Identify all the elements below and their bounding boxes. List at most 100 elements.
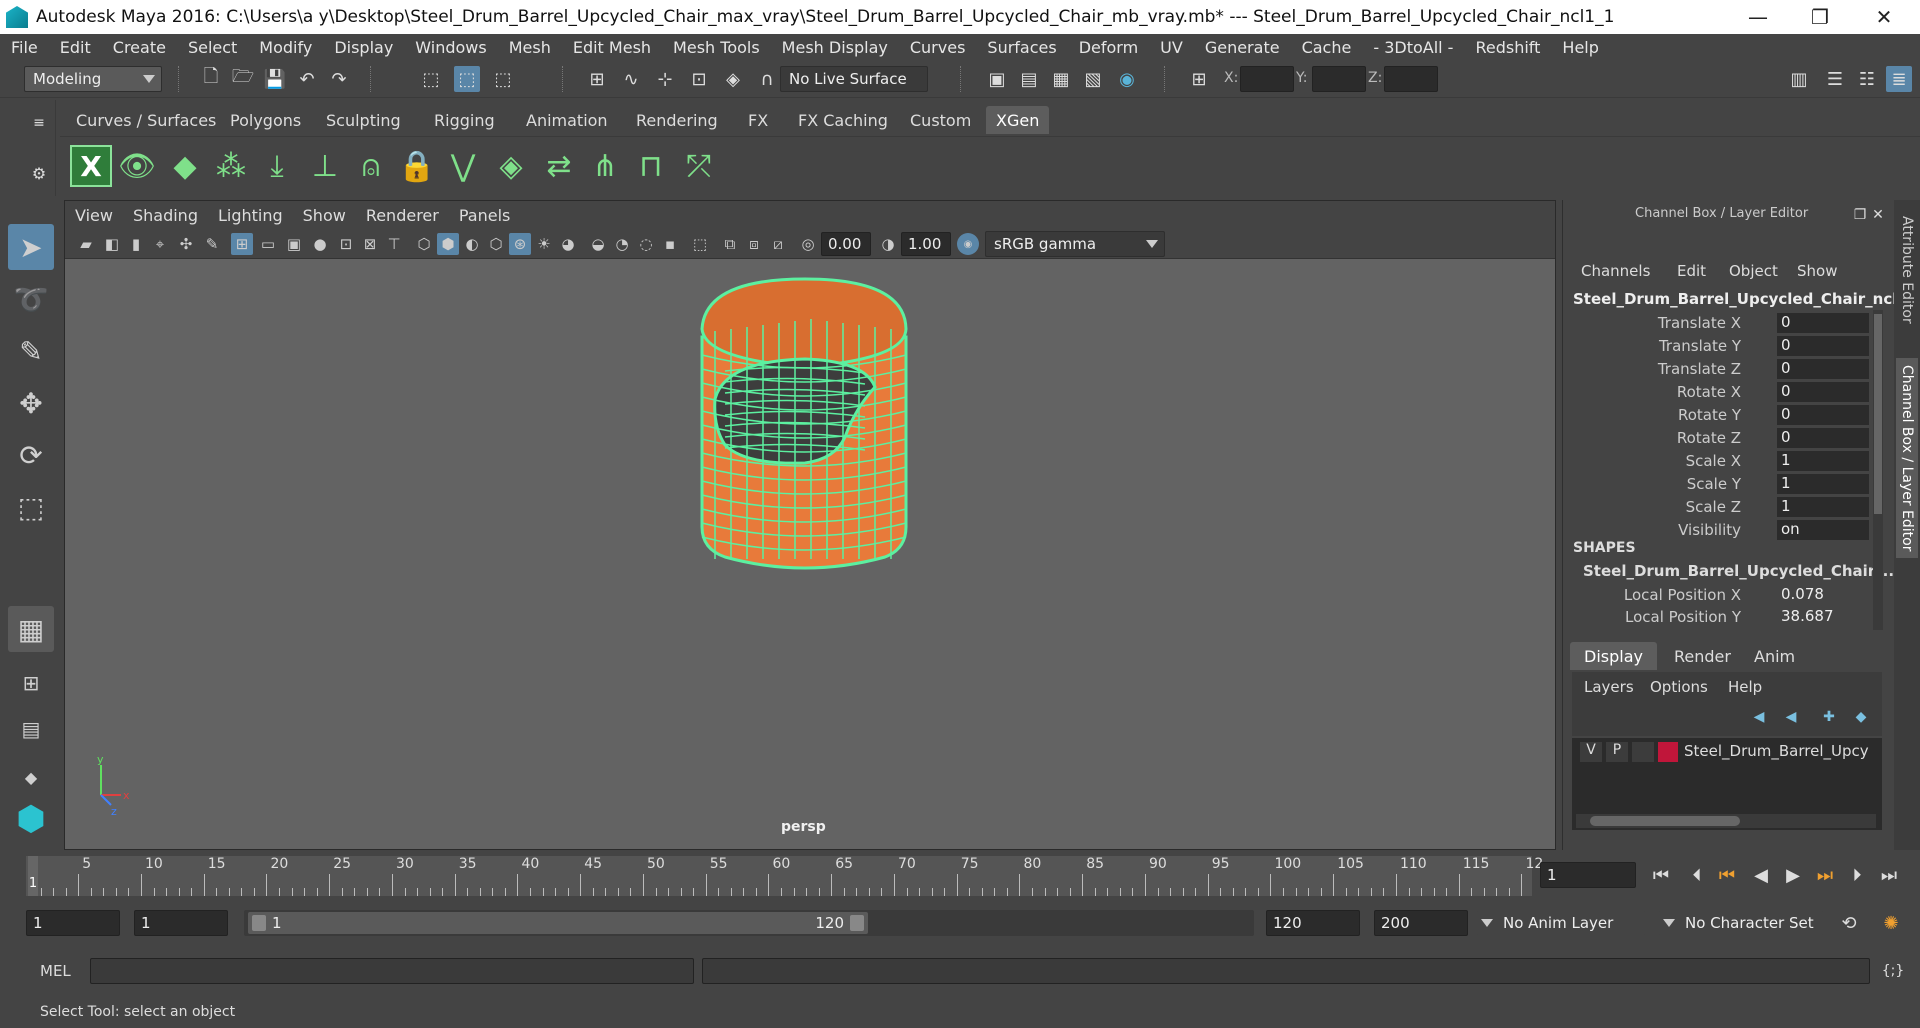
bookmark-icon[interactable]: ▮ <box>125 233 147 255</box>
panel-menu-lighting[interactable]: Lighting <box>208 206 293 225</box>
play-forwards-icon[interactable]: ▶ <box>1780 862 1806 888</box>
xgen-delete-guide-icon[interactable]: ⤱ <box>678 145 720 187</box>
animation-preferences-icon[interactable]: ⟲ <box>1836 910 1862 936</box>
script-editor-icon[interactable]: {;} <box>1880 958 1906 984</box>
playback-start-field[interactable]: 1 <box>134 910 228 936</box>
panel-menu-show[interactable]: Show <box>293 206 356 225</box>
outliner-layout-icon[interactable]: ▤ <box>8 706 54 752</box>
step-forward-icon[interactable]: ⏵ <box>1844 862 1870 888</box>
playback-end-field[interactable]: 120 <box>1266 910 1360 936</box>
start-time-field[interactable]: 1 <box>26 910 120 936</box>
xgen-clear-preview-icon[interactable]: ◆ <box>164 145 206 187</box>
panel-menu-view[interactable]: View <box>65 206 123 225</box>
resolution-gate-icon[interactable]: ▣ <box>283 233 305 255</box>
menu-generate[interactable]: Generate <box>1194 38 1291 57</box>
tab-custom[interactable]: Custom <box>900 106 981 134</box>
color-management-toggle-icon[interactable]: ◉ <box>957 233 979 255</box>
tab-xgen[interactable]: XGen <box>986 106 1050 134</box>
grease-pencil-icon[interactable]: ✎ <box>201 233 223 255</box>
new-scene-icon[interactable]: 🗋 <box>198 66 224 92</box>
render-view-icon[interactable]: ▣ <box>984 66 1010 92</box>
exposure-field[interactable]: 0.00 <box>821 232 871 256</box>
channel-box-side-tab[interactable]: Channel Box / Layer Editor <box>1896 358 1918 558</box>
panel-menu-shading[interactable]: Shading <box>123 206 208 225</box>
menu-windows[interactable]: Windows <box>404 38 497 57</box>
channel-scrollbar[interactable] <box>1873 310 1883 630</box>
move-tool-icon[interactable]: ✥ <box>8 380 54 426</box>
z-field[interactable] <box>1384 66 1438 92</box>
attr-visibility[interactable]: Visibility on <box>1563 519 1873 541</box>
open-scene-icon[interactable]: 🗁 <box>230 66 256 92</box>
undo-icon[interactable]: ↶ <box>294 66 320 92</box>
live-surface-field[interactable]: No Live Surface <box>780 66 928 92</box>
render-frame-icon[interactable]: ▤ <box>1016 66 1042 92</box>
snap-view-icon[interactable]: ⊡ <box>686 66 712 92</box>
xgen-rotate-guide-icon[interactable]: ⍝ <box>350 145 392 187</box>
layer-color-swatch[interactable] <box>1658 742 1678 762</box>
character-set-dropdown[interactable]: No Character Set <box>1658 910 1824 936</box>
command-input[interactable] <box>90 958 694 984</box>
backface-culling-icon[interactable]: ⧄ <box>767 233 789 255</box>
barrel-chair-model[interactable] <box>700 277 908 570</box>
menu-file[interactable]: File <box>0 38 49 57</box>
wireframe-icon[interactable]: ⬡ <box>413 233 435 255</box>
xray-active-icon[interactable]: ⧈ <box>743 233 765 255</box>
menu-surfaces[interactable]: Surfaces <box>976 38 1067 57</box>
select-object-icon[interactable]: ⬚ <box>454 66 480 92</box>
lasso-tool-icon[interactable]: ➰ <box>8 276 54 322</box>
menu-uv[interactable]: UV <box>1149 38 1194 57</box>
layer-visibility-toggle[interactable]: V <box>1580 742 1602 762</box>
film-gate-icon[interactable]: ▭ <box>257 233 279 255</box>
xgen-sculpt-icon[interactable]: ⋔ <box>584 145 626 187</box>
tab-animation[interactable]: Animation <box>516 106 618 134</box>
snap-surface-icon[interactable]: ◈ <box>720 66 746 92</box>
go-to-end-icon[interactable]: ⏭ <box>1876 862 1902 888</box>
close-panel-icon[interactable]: ✕ <box>1865 202 1891 228</box>
motion-blur-icon[interactable]: ◔ <box>611 233 633 255</box>
rotate-tool-icon[interactable]: ⟳ <box>8 432 54 478</box>
attr-rotate-y[interactable]: Rotate Y0 <box>1563 404 1873 426</box>
anim-layer-dropdown[interactable]: No Anim Layer <box>1476 910 1646 936</box>
depth-of-field-icon[interactable]: ▪ <box>659 233 681 255</box>
wireframe-on-shaded-icon[interactable]: ⬡ <box>485 233 507 255</box>
gamma-field[interactable]: 1.00 <box>901 232 951 256</box>
panel-menu-panels[interactable]: Panels <box>449 206 521 225</box>
xray-icon[interactable]: ⊛ <box>509 233 531 255</box>
attr-scale-x[interactable]: Scale X1 <box>1563 450 1873 472</box>
tab-display[interactable]: Display <box>1570 642 1657 670</box>
select-hierarchy-icon[interactable]: ⬚ <box>418 66 444 92</box>
menu-edit-mesh[interactable]: Edit Mesh <box>562 38 662 57</box>
menu-redshift[interactable]: Redshift <box>1464 38 1551 57</box>
xgen-guide-length-icon[interactable]: ⊥ <box>304 145 346 187</box>
magnet-icon[interactable]: ∩ <box>754 66 780 92</box>
tab-render[interactable]: Render <box>1660 642 1745 670</box>
xgen-cut-icon[interactable]: ⊓ <box>630 145 672 187</box>
menu-edit[interactable]: Edit <box>49 38 102 57</box>
attr-rotate-x[interactable]: Rotate X0 <box>1563 381 1873 403</box>
layer-horizontal-scrollbar[interactable] <box>1576 814 1876 828</box>
range-end-handle[interactable] <box>850 915 864 931</box>
shelf-menu-icon[interactable]: ≡ <box>26 110 52 136</box>
maximize-button[interactable]: ❐ <box>1794 0 1846 34</box>
tab-rendering[interactable]: Rendering <box>626 106 728 134</box>
transform-mode-icon[interactable]: ⊞ <box>1186 66 1212 92</box>
move-layer-up-icon[interactable]: ◀ <box>1746 704 1772 730</box>
ipr-render-icon[interactable]: ▦ <box>1048 66 1074 92</box>
attr-rotate-z[interactable]: Rotate Z0 <box>1563 427 1873 449</box>
current-time-indicator[interactable]: 1 <box>28 856 38 896</box>
exposure-icon[interactable]: ◎ <box>797 233 819 255</box>
cb-menu-edit[interactable]: Edit <box>1677 262 1706 280</box>
channel-box-toggle-icon[interactable]: ≣ <box>1886 66 1912 92</box>
safe-action-icon[interactable]: ⊠ <box>359 233 381 255</box>
select-component-icon[interactable]: ⬚ <box>490 66 516 92</box>
menu-help[interactable]: Help <box>1551 38 1609 57</box>
time-ruler[interactable]: 5 10 15 20 25 30 35 40 45 50 55 60 65 70 75 80 85 90 95 100… <box>26 856 1543 896</box>
xray-joints-icon[interactable]: ⧉ <box>719 233 741 255</box>
snap-curve-icon[interactable]: ∿ <box>618 66 644 92</box>
attr-scale-y[interactable]: Scale Y1 <box>1563 473 1873 495</box>
anti-aliasing-icon[interactable]: ◌ <box>635 233 657 255</box>
mode-selector[interactable]: Modeling <box>24 66 162 92</box>
3d-viewport[interactable]: y x z persp <box>65 259 1555 849</box>
range-start-handle[interactable] <box>252 915 266 931</box>
isolate-select-icon[interactable]: ⬚ <box>689 233 711 255</box>
